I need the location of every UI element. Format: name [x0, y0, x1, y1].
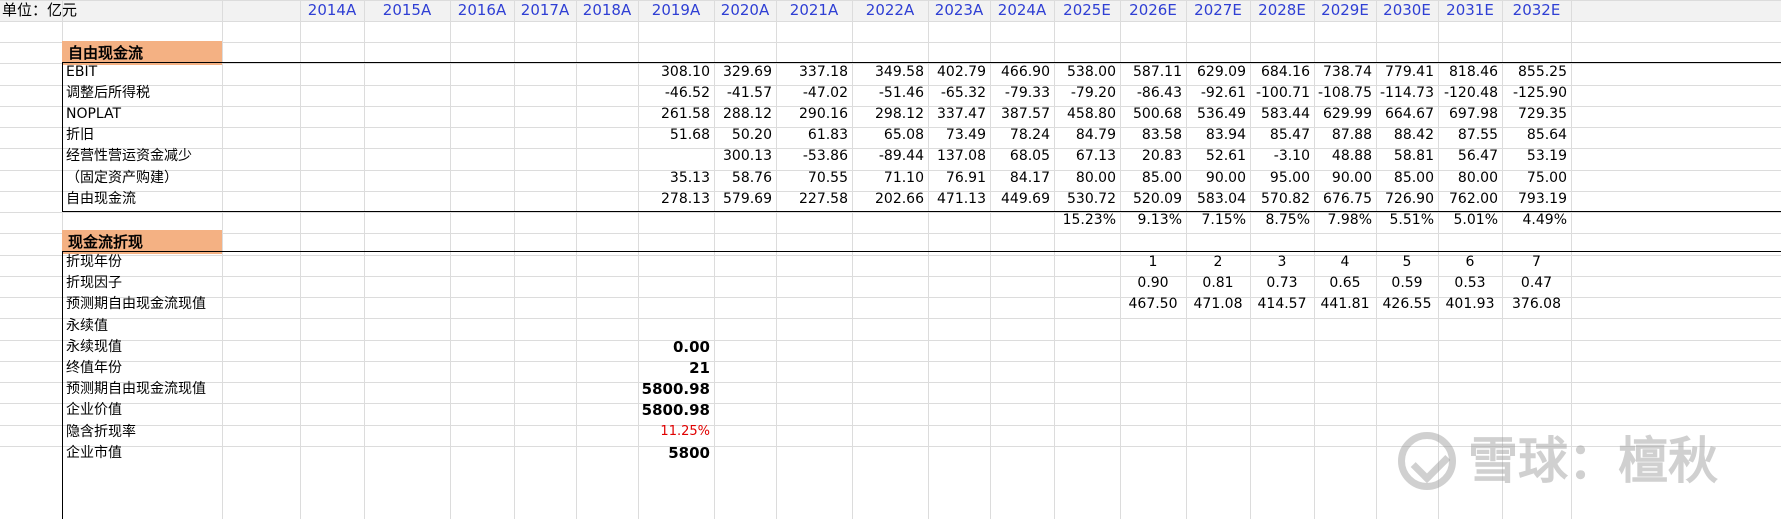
- value-cell[interactable]: 471.13: [928, 187, 990, 211]
- grid-col-line: [576, 0, 577, 519]
- fcf-left-border: [62, 62, 63, 211]
- year-header-2025E[interactable]: 2025E: [1054, 0, 1120, 21]
- value-cell[interactable]: 51.68: [638, 123, 714, 147]
- year-header-2026E[interactable]: 2026E: [1120, 0, 1186, 21]
- year-header-2030E[interactable]: 2030E: [1376, 0, 1438, 21]
- spreadsheet: 2014A 2015A 2016A 2017A 2018A 2019A 2020A 2021A…: [0, 0, 1781, 519]
- growth-rate-cell[interactable]: 5.01%: [1438, 208, 1502, 232]
- value-cell[interactable]: 278.13: [638, 187, 714, 211]
- year-header-2027E[interactable]: 2027E: [1186, 0, 1250, 21]
- value-cell[interactable]: 414.57: [1250, 292, 1314, 316]
- summary-value-cell[interactable]: 5800: [638, 441, 714, 465]
- grid-row-line: [0, 21, 1781, 22]
- growth-rate-cell[interactable]: 5.51%: [1376, 208, 1438, 232]
- year-header-2018A[interactable]: 2018A: [576, 0, 638, 21]
- year-header-2016A[interactable]: 2016A: [450, 0, 514, 21]
- value-cell[interactable]: 401.93: [1438, 292, 1502, 316]
- year-header-2028E[interactable]: 2028E: [1250, 0, 1314, 21]
- year-header-2021A[interactable]: 2021A: [776, 0, 852, 21]
- year-header-2015A[interactable]: 2015A: [364, 0, 450, 21]
- value-cell[interactable]: 449.69: [990, 187, 1054, 211]
- growth-rate-cell[interactable]: 8.75%: [1250, 208, 1314, 232]
- grid-row-line: [0, 233, 1781, 234]
- grid-col-line: [364, 0, 365, 519]
- growth-rate-cell[interactable]: 15.23%: [1054, 208, 1120, 232]
- value-cell[interactable]: 579.69: [714, 187, 776, 211]
- growth-rate-cell[interactable]: 7.15%: [1186, 208, 1250, 232]
- grid-col-line: [514, 0, 515, 519]
- year-header-2031E[interactable]: 2031E: [1438, 0, 1502, 21]
- fcf-top-border: [62, 62, 1781, 63]
- watermark: 雪球：檀秋: [1398, 426, 1728, 496]
- year-header-2020A[interactable]: 2020A: [714, 0, 776, 21]
- grid-row-line: [0, 42, 1781, 43]
- value-cell[interactable]: 227.58: [776, 187, 852, 211]
- snowball-logo-icon: [1398, 432, 1456, 490]
- growth-rate-cell[interactable]: 9.13%: [1120, 208, 1186, 232]
- value-cell[interactable]: 467.50: [1120, 292, 1186, 316]
- growth-rate-cell[interactable]: 7.98%: [1314, 208, 1376, 232]
- year-header-2029E[interactable]: 2029E: [1314, 0, 1376, 21]
- watermark-text: 雪球：檀秋: [1468, 432, 1718, 490]
- year-header-2022A[interactable]: 2022A: [852, 0, 928, 21]
- year-header-2019A[interactable]: 2019A: [638, 0, 714, 21]
- grid-col-line: [300, 0, 301, 519]
- year-header-2017A[interactable]: 2017A: [514, 0, 576, 21]
- value-cell[interactable]: 426.55: [1376, 292, 1438, 316]
- growth-rate-cell[interactable]: 4.49%: [1502, 208, 1571, 232]
- value-cell[interactable]: 376.08: [1502, 292, 1571, 316]
- row-label-dcf[interactable]: 企业市值: [62, 441, 282, 465]
- year-header-2014A[interactable]: 2014A: [300, 0, 364, 21]
- year-header-2032E[interactable]: 2032E: [1502, 0, 1571, 21]
- value-cell[interactable]: 471.08: [1186, 292, 1250, 316]
- year-header-2024A[interactable]: 2024A: [990, 0, 1054, 21]
- row-label-fcf[interactable]: 自由现金流: [62, 187, 222, 211]
- unit-label: 单位：亿元: [2, 1, 78, 19]
- value-cell[interactable]: 202.66: [852, 187, 928, 211]
- grid-col-line: [450, 0, 451, 519]
- year-header-2023A[interactable]: 2023A: [928, 0, 990, 21]
- value-cell[interactable]: 441.81: [1314, 292, 1376, 316]
